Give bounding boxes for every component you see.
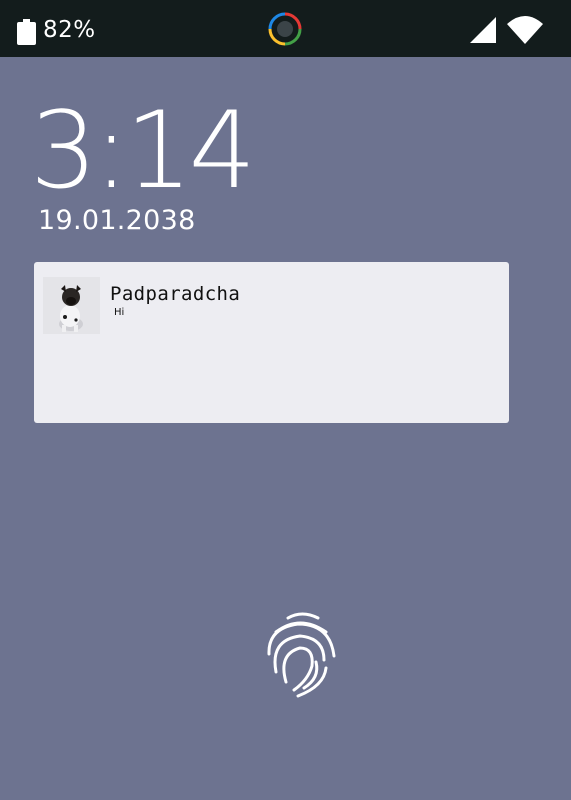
wifi-icon xyxy=(507,16,543,44)
pug-avatar-icon xyxy=(43,277,100,334)
notification-body: Hi xyxy=(114,307,125,318)
status-bar: 82% xyxy=(0,0,571,57)
avatar xyxy=(43,277,100,334)
camera-icon xyxy=(268,12,302,46)
notification-card[interactable]: Padparadcha Hi xyxy=(34,262,509,423)
battery-icon xyxy=(17,19,36,45)
battery-percentage: 82% xyxy=(43,17,96,43)
clock-date: 19.01.2038 xyxy=(38,205,196,236)
clock-time: 3:14 xyxy=(30,89,256,212)
notification-title: Padparadcha xyxy=(110,283,241,305)
cellular-signal-icon xyxy=(470,17,496,43)
fingerprint-icon[interactable] xyxy=(264,610,338,698)
